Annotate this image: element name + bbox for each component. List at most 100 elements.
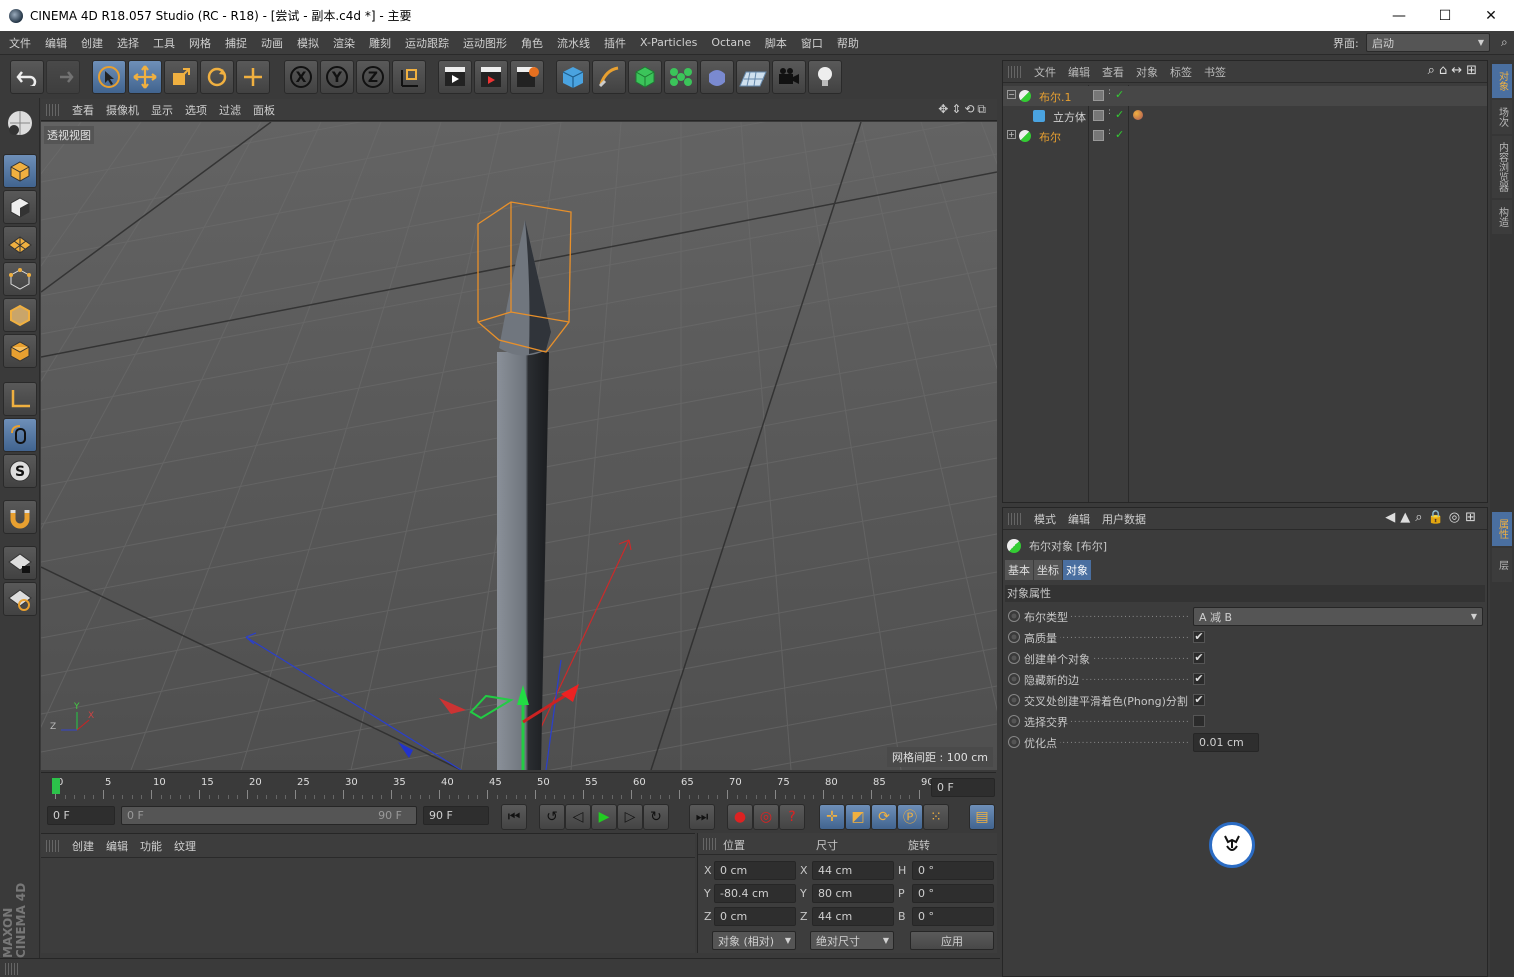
attribute-checkbox[interactable]: ✔ — [1193, 673, 1205, 685]
prev-frame-button[interactable]: ◁ — [565, 804, 591, 830]
menu-item[interactable]: 脚本 — [758, 35, 794, 51]
workplane-align-button[interactable] — [3, 582, 37, 616]
rotation-field[interactable]: 0 ° — [912, 907, 994, 926]
enabled-check-icon[interactable]: ✓ — [1115, 128, 1124, 141]
texture-mode-button[interactable] — [3, 190, 37, 224]
attribute-checkbox[interactable]: ✔ — [1193, 631, 1205, 643]
menu-item[interactable]: 创建 — [74, 35, 110, 51]
object-row[interactable]: 立方体: ✓ — [1003, 106, 1487, 126]
y-axis-lock-button[interactable]: Y — [320, 60, 354, 94]
viewport-menu-item[interactable]: 过滤 — [213, 102, 247, 118]
menu-item[interactable]: 捕捉 — [218, 35, 254, 51]
keyframe-selection-button[interactable]: ? — [779, 804, 805, 830]
object-menu-item[interactable]: 查看 — [1096, 64, 1130, 80]
object-menu-item[interactable]: 编辑 — [1062, 64, 1096, 80]
material-manager[interactable]: 创建 编辑 功能 纹理 — [41, 833, 695, 953]
object-name[interactable]: 布尔 — [1039, 129, 1061, 145]
z-axis-lock-button[interactable]: Z — [356, 60, 390, 94]
play-button[interactable]: ▶ — [591, 804, 617, 830]
attribute-checkbox[interactable] — [1193, 715, 1205, 727]
model-mode-button[interactable] — [3, 154, 37, 188]
size-field[interactable]: 44 cm — [812, 861, 894, 880]
viewport-menu-item[interactable]: 显示 — [145, 102, 179, 118]
camera-button[interactable] — [772, 60, 806, 94]
layout-select[interactable]: 启动 ▼ — [1366, 33, 1490, 52]
menu-item[interactable]: 网格 — [182, 35, 218, 51]
object-menu-item[interactable]: 文件 — [1028, 64, 1062, 80]
viewport-menu-item[interactable]: 面板 — [247, 102, 281, 118]
floor-button[interactable] — [736, 60, 770, 94]
key-rotation-button[interactable]: ⟳ — [871, 804, 897, 830]
redo-button[interactable] — [46, 60, 80, 94]
light-button[interactable] — [808, 60, 842, 94]
workplane-mode-button[interactable] — [3, 226, 37, 260]
rotation-field[interactable]: 0 ° — [912, 861, 994, 880]
visibility-dots-icon[interactable]: : — [1108, 88, 1111, 97]
menu-item[interactable]: 运动跟踪 — [398, 35, 456, 51]
autokey-button[interactable]: ◎ — [753, 804, 779, 830]
menu-item[interactable]: 运动图形 — [456, 35, 514, 51]
next-key-button[interactable]: ↻ — [643, 804, 669, 830]
optimize-field[interactable]: 0.01 cm — [1193, 733, 1259, 752]
attribute-checkbox[interactable]: ✔ — [1193, 652, 1205, 664]
close-button[interactable]: ✕ — [1468, 0, 1514, 31]
prev-key-button[interactable]: ↺ — [539, 804, 565, 830]
axis-mode-button[interactable] — [3, 382, 37, 416]
animate-toggle-icon[interactable] — [1008, 631, 1020, 643]
menu-item[interactable]: 编辑 — [38, 35, 74, 51]
snap-button[interactable]: S — [3, 454, 37, 488]
menu-item[interactable]: 流水线 — [550, 35, 597, 51]
material-menu-item[interactable]: 创建 — [66, 838, 100, 854]
enabled-check-icon[interactable]: ✓ — [1115, 88, 1124, 101]
key-pla-button[interactable]: ⁙ — [923, 804, 949, 830]
layer-icon[interactable] — [1093, 90, 1104, 101]
coordinate-mode-select[interactable]: 对象 (相对) ▼ — [712, 931, 796, 950]
object-name[interactable]: 布尔.1 — [1039, 89, 1072, 105]
end-frame-field[interactable]: 90 F — [423, 806, 489, 825]
animate-toggle-icon[interactable] — [1008, 736, 1020, 748]
expand-icon[interactable]: − — [1007, 90, 1016, 99]
search-icon[interactable]: ⌕ — [1494, 35, 1514, 50]
position-field[interactable]: 0 cm — [714, 861, 796, 880]
rotation-field[interactable]: 0 ° — [912, 884, 994, 903]
tweak-mode-button[interactable] — [3, 418, 37, 452]
animate-toggle-icon[interactable] — [1008, 715, 1020, 727]
subdivision-surface-button[interactable] — [628, 60, 662, 94]
attribute-nav-tools[interactable]: ◀▲⌕🔒◎⊞ — [1385, 510, 1481, 525]
material-menu-item[interactable]: 功能 — [134, 838, 168, 854]
rotate-tool-button[interactable] — [200, 60, 234, 94]
object-menu-item[interactable]: 对象 — [1130, 64, 1164, 80]
magnet-button[interactable] — [3, 500, 37, 534]
size-field[interactable]: 44 cm — [812, 907, 894, 926]
pen-tool-button[interactable] — [592, 60, 626, 94]
scale-tool-button[interactable] — [164, 60, 198, 94]
viewport-menu-item[interactable]: 选项 — [179, 102, 213, 118]
undo-button[interactable] — [10, 60, 44, 94]
attribute-menu-item[interactable]: 模式 — [1028, 511, 1062, 527]
edges-mode-button[interactable] — [3, 298, 37, 332]
visibility-dots-icon[interactable]: : — [1108, 128, 1111, 137]
object-row[interactable]: + 布尔: ✓ — [1003, 126, 1487, 146]
object-menu-item[interactable]: 标签 — [1164, 64, 1198, 80]
transform-tool-button[interactable] — [236, 60, 270, 94]
record-key-button[interactable]: ● — [727, 804, 753, 830]
viewport-menu-item[interactable]: 查看 — [66, 102, 100, 118]
side-tab[interactable]: 属性 — [1492, 512, 1512, 546]
attribute-menu-item[interactable]: 编辑 — [1062, 511, 1096, 527]
object-manager-tools[interactable]: ⌕⌂↔⊞ — [1428, 63, 1481, 78]
animate-toggle-icon[interactable] — [1008, 673, 1020, 685]
menu-item[interactable]: 渲染 — [326, 35, 362, 51]
render-settings-button[interactable] — [510, 60, 544, 94]
key-scale-button[interactable]: ◩ — [845, 804, 871, 830]
frame-range-slider[interactable]: 0 F 90 F — [121, 806, 417, 825]
menu-item[interactable]: 帮助 — [830, 35, 866, 51]
size-mode-select[interactable]: 绝对尺寸 ▼ — [810, 931, 894, 950]
select-tool-button[interactable] — [92, 60, 126, 94]
menu-item[interactable]: 雕刻 — [362, 35, 398, 51]
layer-icon[interactable] — [1093, 110, 1104, 121]
expand-icon[interactable]: + — [1007, 130, 1016, 139]
tag-icon[interactable] — [1133, 110, 1143, 120]
start-frame-field[interactable]: 0 F — [47, 806, 115, 825]
render-picture-viewer-button[interactable] — [474, 60, 508, 94]
attribute-menu-item[interactable]: 用户数据 — [1096, 511, 1152, 527]
